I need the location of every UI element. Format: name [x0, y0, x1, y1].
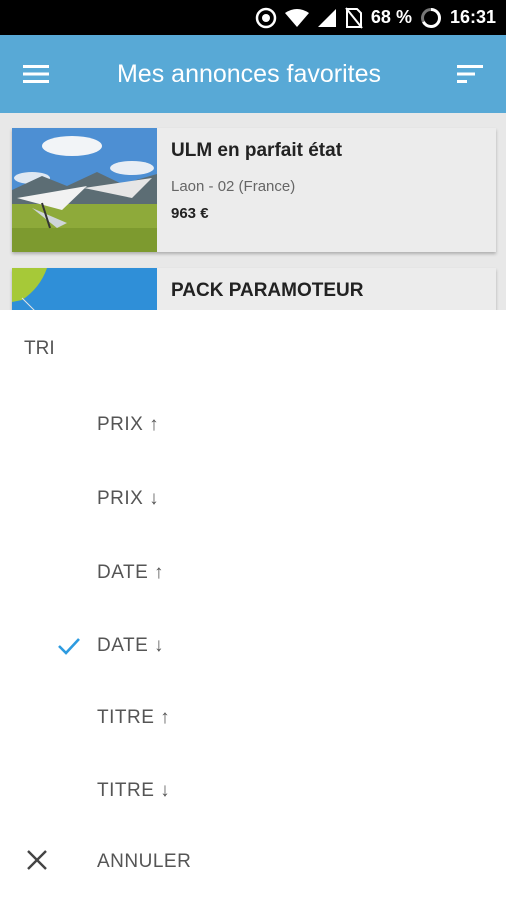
clock: 16:31: [449, 7, 496, 27]
no-sim-icon: [345, 6, 363, 29]
sort-option-price-asc[interactable]: PRIX ↑: [0, 395, 506, 455]
listing-price: 963 €: [171, 205, 209, 222]
sort-bottom-sheet: TRI PRIX ↑ PRIX ↓ DATE ↑ DATE ↓ TITRE ↑ …: [0, 310, 506, 900]
cancel-label: ANNULER: [97, 851, 192, 872]
battery-icon: [420, 7, 442, 29]
option-label: TITRE ↑: [97, 707, 171, 728]
menu-button[interactable]: [0, 35, 72, 113]
option-label: TITRE ↓: [97, 780, 171, 801]
option-label: DATE ↑: [97, 562, 165, 583]
check-icon: [58, 638, 80, 655]
option-label: PRIX ↓: [97, 488, 160, 509]
sort-option-date-asc[interactable]: DATE ↑: [0, 543, 506, 603]
close-icon: [27, 849, 47, 870]
hamburger-menu-icon: [23, 65, 49, 83]
option-label: PRIX ↑: [97, 414, 160, 435]
cancel-button[interactable]: ANNULER: [0, 832, 506, 892]
battery-percent: 68 %: [370, 7, 412, 27]
listing-photo: [12, 128, 157, 252]
listing-card[interactable]: ULM en parfait état Laon - 02 (France) 9…: [12, 128, 496, 252]
sheet-title: TRI: [24, 338, 55, 359]
listing-location: Laon - 02 (France): [171, 178, 296, 195]
listing-title: ULM en parfait état: [171, 140, 343, 161]
listing-title: PACK PARAMOTEUR: [171, 280, 364, 301]
status-bar: 68 % 16:31: [0, 0, 506, 35]
sort-option-title-desc[interactable]: TITRE ↓: [0, 761, 506, 821]
signal-icon: [317, 8, 337, 28]
sort-option-title-asc[interactable]: TITRE ↑: [0, 688, 506, 748]
sort-option-date-desc[interactable]: DATE ↓: [0, 616, 506, 676]
notification-icon: [255, 7, 277, 29]
wifi-icon: [284, 8, 309, 28]
sort-button[interactable]: [434, 35, 506, 113]
sort-option-price-desc[interactable]: PRIX ↓: [0, 469, 506, 529]
app-bar: Mes annonces favorites: [0, 35, 506, 113]
sort-icon: [457, 65, 483, 83]
page-title: Mes annonces favorites: [116, 59, 382, 88]
option-label: DATE ↓: [97, 635, 165, 656]
